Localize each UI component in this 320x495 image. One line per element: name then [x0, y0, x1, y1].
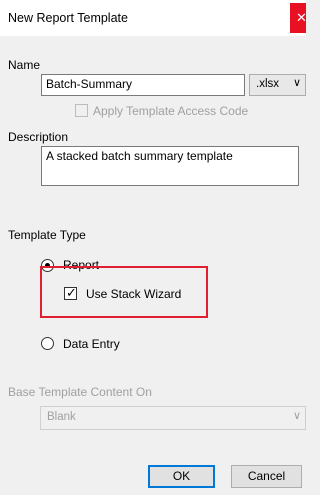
format-select[interactable]: .xlsx ∨ [249, 74, 306, 96]
chevron-down-icon: ∨ [292, 77, 301, 89]
stack-wizard-label: Use Stack Wizard [86, 287, 182, 301]
name-input[interactable]: Batch-Summary [41, 74, 245, 96]
base-template-value: Blank [47, 411, 76, 423]
data-entry-radio[interactable] [41, 337, 54, 350]
base-template-select[interactable]: Blank ∨ [40, 406, 306, 430]
access-code-label: Apply Template Access Code [93, 104, 249, 118]
base-template-label: Base Template Content On [8, 385, 152, 399]
data-entry-label: Data Entry [63, 337, 120, 351]
name-label: Name [8, 58, 41, 72]
format-value: .xlsx [256, 78, 279, 90]
cancel-button[interactable]: Cancel [231, 465, 302, 488]
ok-button[interactable]: OK [148, 465, 215, 488]
checkmark-icon: ✓ [66, 285, 77, 300]
stack-wizard-checkbox[interactable]: ✓ [64, 285, 77, 300]
chevron-down-icon: ∨ [292, 410, 301, 422]
access-code-checkbox[interactable] [75, 104, 88, 117]
close-icon[interactable]: ✕ [290, 3, 306, 33]
title-bar: New Report Template ✕ [0, 0, 306, 36]
name-value: Batch-Summary [46, 77, 133, 91]
window-title: New Report Template [8, 11, 128, 25]
template-type-label: Template Type [8, 228, 86, 242]
description-value: A stacked batch summary template [46, 149, 233, 163]
description-input[interactable]: A stacked batch summary template [41, 146, 299, 186]
description-label: Description [8, 130, 69, 144]
